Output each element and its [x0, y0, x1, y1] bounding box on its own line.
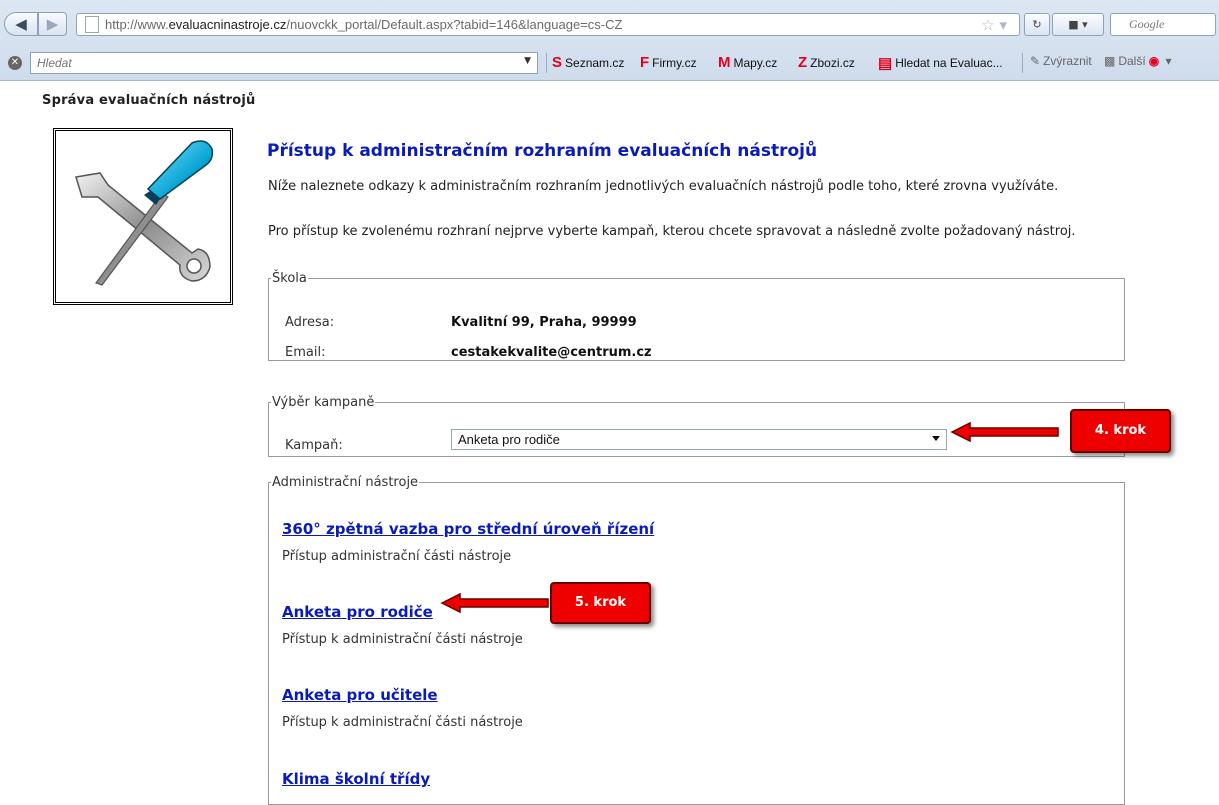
address-value: Kvalitní 99, Praha, 99999 [451, 315, 637, 330]
school-fieldset: Škola Adresa: Kvalitní 99, Praha, 99999 … [268, 271, 1125, 361]
instructions-text: Pro přístup ke zvolenému rozhraní nejprv… [268, 224, 1076, 239]
tool-link-classroom-climate[interactable]: Klima školní třídy [282, 770, 430, 788]
page-heading: Správa evaluačních nástrojů [42, 93, 256, 108]
campaign-selected-value: Anketa pro rodiče [458, 432, 560, 447]
campaign-legend: Výběr kampaně [272, 395, 375, 410]
toolbar-search-input[interactable] [35, 55, 505, 71]
address-label: Adresa: [285, 315, 335, 330]
campaign-label: Kampaň: [285, 438, 343, 453]
highlight-button[interactable]: ✎ Zvýraznit [1030, 54, 1092, 68]
arrow-left-step5-icon [440, 592, 549, 614]
tools-fieldset: Administrační nástroje 360° zpětná vazba… [268, 475, 1125, 805]
separator [1022, 53, 1023, 73]
wrench-screwdriver-icon [75, 140, 214, 286]
bookmark-zbozi[interactable]: Z Zbozi.cz [798, 54, 855, 71]
more-button[interactable]: ▩ Další ◉ ▾ [1104, 54, 1172, 68]
page-icon [85, 16, 99, 33]
tool-desc-360: Přístup administrační části nástroje [282, 549, 512, 564]
reload-icon: ↻ [1032, 18, 1042, 31]
email-label: Email: [285, 345, 326, 360]
forward-button[interactable]: ▶ [38, 12, 67, 36]
tool-desc-parents: Přístup k administrační části nástroje [282, 632, 523, 647]
toolbar: ✕ ▼ SSeznam.cz FFirmy.cz MMapy.cz ZZbozi… [0, 51, 1219, 77]
navigation-bar: ◀ ▶ http://www.evaluacninastroje.cz/nuov… [0, 11, 1219, 39]
arrow-left-icon: ◀ [15, 15, 27, 33]
bookmark-seznam[interactable]: S Seznam.cz [552, 54, 624, 71]
bookmark-firmy[interactable]: F Firmy.cz [640, 54, 697, 71]
arrow-right-icon: ▶ [46, 15, 59, 33]
page-title: Přístup k administračním rozhraním evalu… [267, 141, 818, 161]
campaign-select[interactable]: Anketa pro rodiče [451, 429, 947, 450]
seznam-icon: S [552, 54, 563, 71]
bookmark-hledat[interactable]: ▤ Hledat na Evaluac... [878, 54, 1003, 72]
address-bar[interactable]: http://www.evaluacninastroje.cz/nuovckk_… [76, 13, 1020, 36]
reload-button[interactable]: ↻ [1024, 13, 1050, 36]
addon-icon: ◉ [1148, 54, 1160, 68]
url-text: http://www.evaluacninastroje.cz/nuovckk_… [105, 17, 623, 32]
bookmark-star-icon[interactable]: ☆ ▾ [981, 16, 1007, 34]
close-toolbar-icon[interactable]: ✕ [8, 56, 22, 70]
zbozi-icon: Z [798, 54, 808, 71]
mapy-icon: M [718, 54, 731, 71]
chevron-down-icon[interactable]: ▼ [524, 56, 531, 66]
document-icon: ▤ [878, 55, 893, 72]
chevron-down-icon [932, 436, 940, 441]
spellcheck-icon: ▩ [1104, 54, 1116, 68]
google-icon: ■ [1068, 18, 1079, 31]
intro-text: Níže naleznete odkazy k administračním r… [268, 179, 1059, 194]
search-engine-button[interactable]: ■ ▾ [1052, 13, 1104, 36]
step5-badge: 5. krok [550, 582, 651, 624]
back-button[interactable]: ◀ [4, 12, 38, 36]
tools-image [53, 128, 233, 305]
browser-chrome: ◀ ▶ http://www.evaluacninastroje.cz/nuov… [0, 0, 1219, 81]
tool-link-360[interactable]: 360° zpětná vazba pro střední úroveň říz… [282, 520, 654, 538]
search-box[interactable]: Google [1110, 13, 1216, 36]
tool-desc-teachers: Přístup k administrační části nástroje [282, 715, 523, 730]
tools-legend: Administrační nástroje [272, 475, 419, 490]
pen-icon: ✎ [1030, 54, 1041, 68]
school-legend: Škola [272, 271, 307, 286]
bookmark-mapy[interactable]: M Mapy.cz [718, 54, 777, 71]
email-value: cestakekvalite@centrum.cz [451, 345, 652, 360]
firmy-icon: F [640, 54, 650, 71]
tool-link-teachers[interactable]: Anketa pro učitele [282, 686, 438, 704]
search-placeholder: Google [1129, 17, 1165, 31]
toolbar-search[interactable]: ▼ [30, 52, 538, 74]
tool-link-parents[interactable]: Anketa pro rodiče [282, 603, 433, 621]
step4-badge: 4. krok [1070, 409, 1171, 453]
separator [546, 53, 547, 73]
arrow-left-step4-icon [950, 421, 1059, 443]
